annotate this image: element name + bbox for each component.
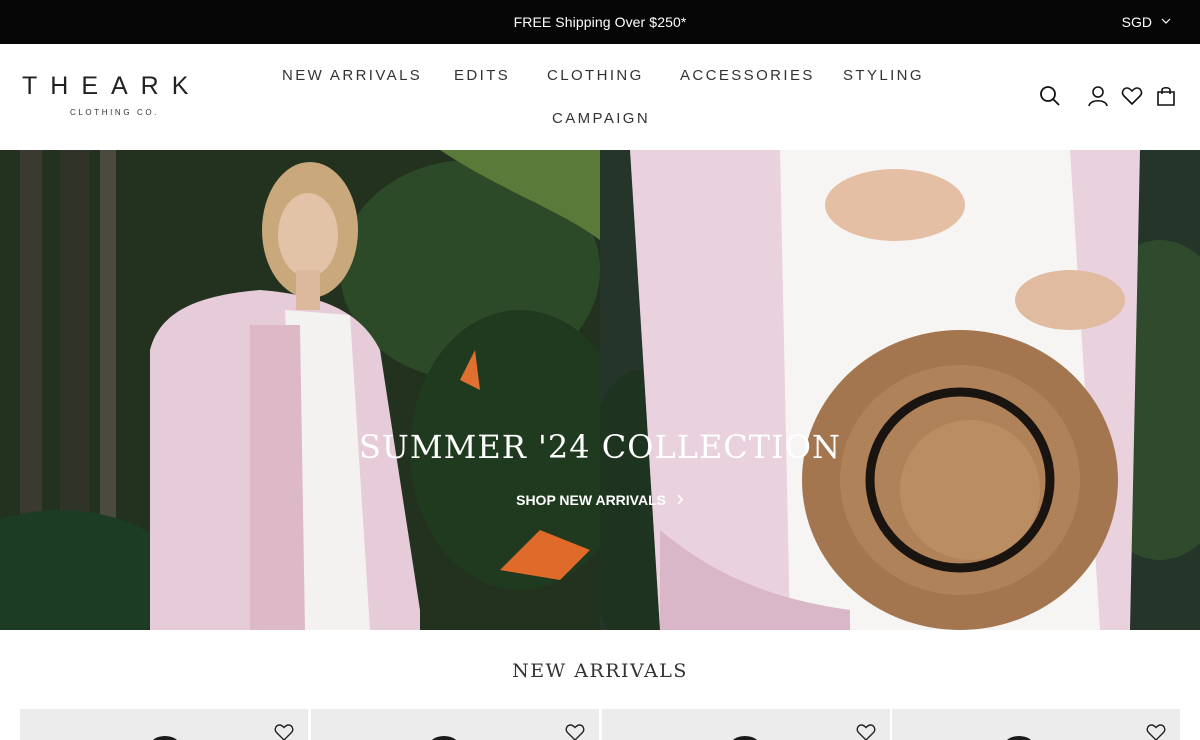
nav-clothing[interactable]: CLOTHING — [547, 67, 644, 84]
wishlist-heart-icon[interactable] — [274, 723, 294, 740]
site-header: THEARK CLOTHING CO. NEW ARRIVALS EDITS C… — [0, 44, 1200, 150]
nav-edits[interactable]: EDITS — [454, 67, 510, 84]
product-image — [150, 736, 180, 740]
nav-styling[interactable]: STYLING — [843, 67, 924, 84]
product-grid — [20, 709, 1180, 740]
account-icon[interactable] — [1086, 84, 1110, 108]
wishlist-heart-icon[interactable] — [565, 723, 585, 740]
announcement-text: FREE Shipping Over $250* — [513, 14, 687, 30]
nav-campaign[interactable]: CAMPAIGN — [552, 110, 650, 127]
product-image — [730, 736, 760, 740]
product-card[interactable] — [311, 709, 599, 740]
new-arrivals-heading: NEW ARRIVALS — [512, 660, 688, 682]
main-nav: NEW ARRIVALS EDITS CLOTHING ACCESSORIES … — [0, 44, 1200, 150]
wishlist-heart-icon[interactable] — [856, 723, 876, 740]
currency-selector[interactable]: SGD — [1122, 0, 1172, 44]
chevron-right-icon — [676, 492, 684, 508]
search-icon[interactable] — [1038, 84, 1062, 108]
announcement-bar: FREE Shipping Over $250* SGD — [0, 0, 1200, 44]
shop-new-arrivals-link[interactable]: SHOP NEW ARRIVALS — [0, 492, 1200, 508]
hero-cta-label: SHOP NEW ARRIVALS — [516, 492, 666, 508]
product-image — [429, 736, 459, 740]
hero-title: SUMMER '24 COLLECTION — [358, 428, 841, 466]
hero-banner[interactable]: SUMMER '24 COLLECTION SHOP NEW ARRIVALS — [0, 150, 1200, 630]
product-image — [1004, 736, 1034, 740]
cart-icon[interactable] — [1154, 84, 1178, 108]
header-actions — [1038, 84, 1178, 108]
nav-accessories[interactable]: ACCESSORIES — [680, 67, 815, 84]
hero-photo-model — [0, 150, 600, 630]
hero-photo-hat — [600, 150, 1200, 630]
product-card[interactable] — [892, 709, 1180, 740]
wishlist-icon[interactable] — [1120, 84, 1144, 108]
nav-new-arrivals[interactable]: NEW ARRIVALS — [282, 67, 422, 84]
wishlist-heart-icon[interactable] — [1146, 723, 1166, 740]
chevron-down-icon — [1160, 14, 1172, 30]
hero-image-left — [0, 150, 600, 630]
product-card[interactable] — [602, 709, 890, 740]
currency-label: SGD — [1121, 14, 1152, 30]
product-card[interactable] — [20, 709, 308, 740]
hero-image-right — [600, 150, 1200, 630]
